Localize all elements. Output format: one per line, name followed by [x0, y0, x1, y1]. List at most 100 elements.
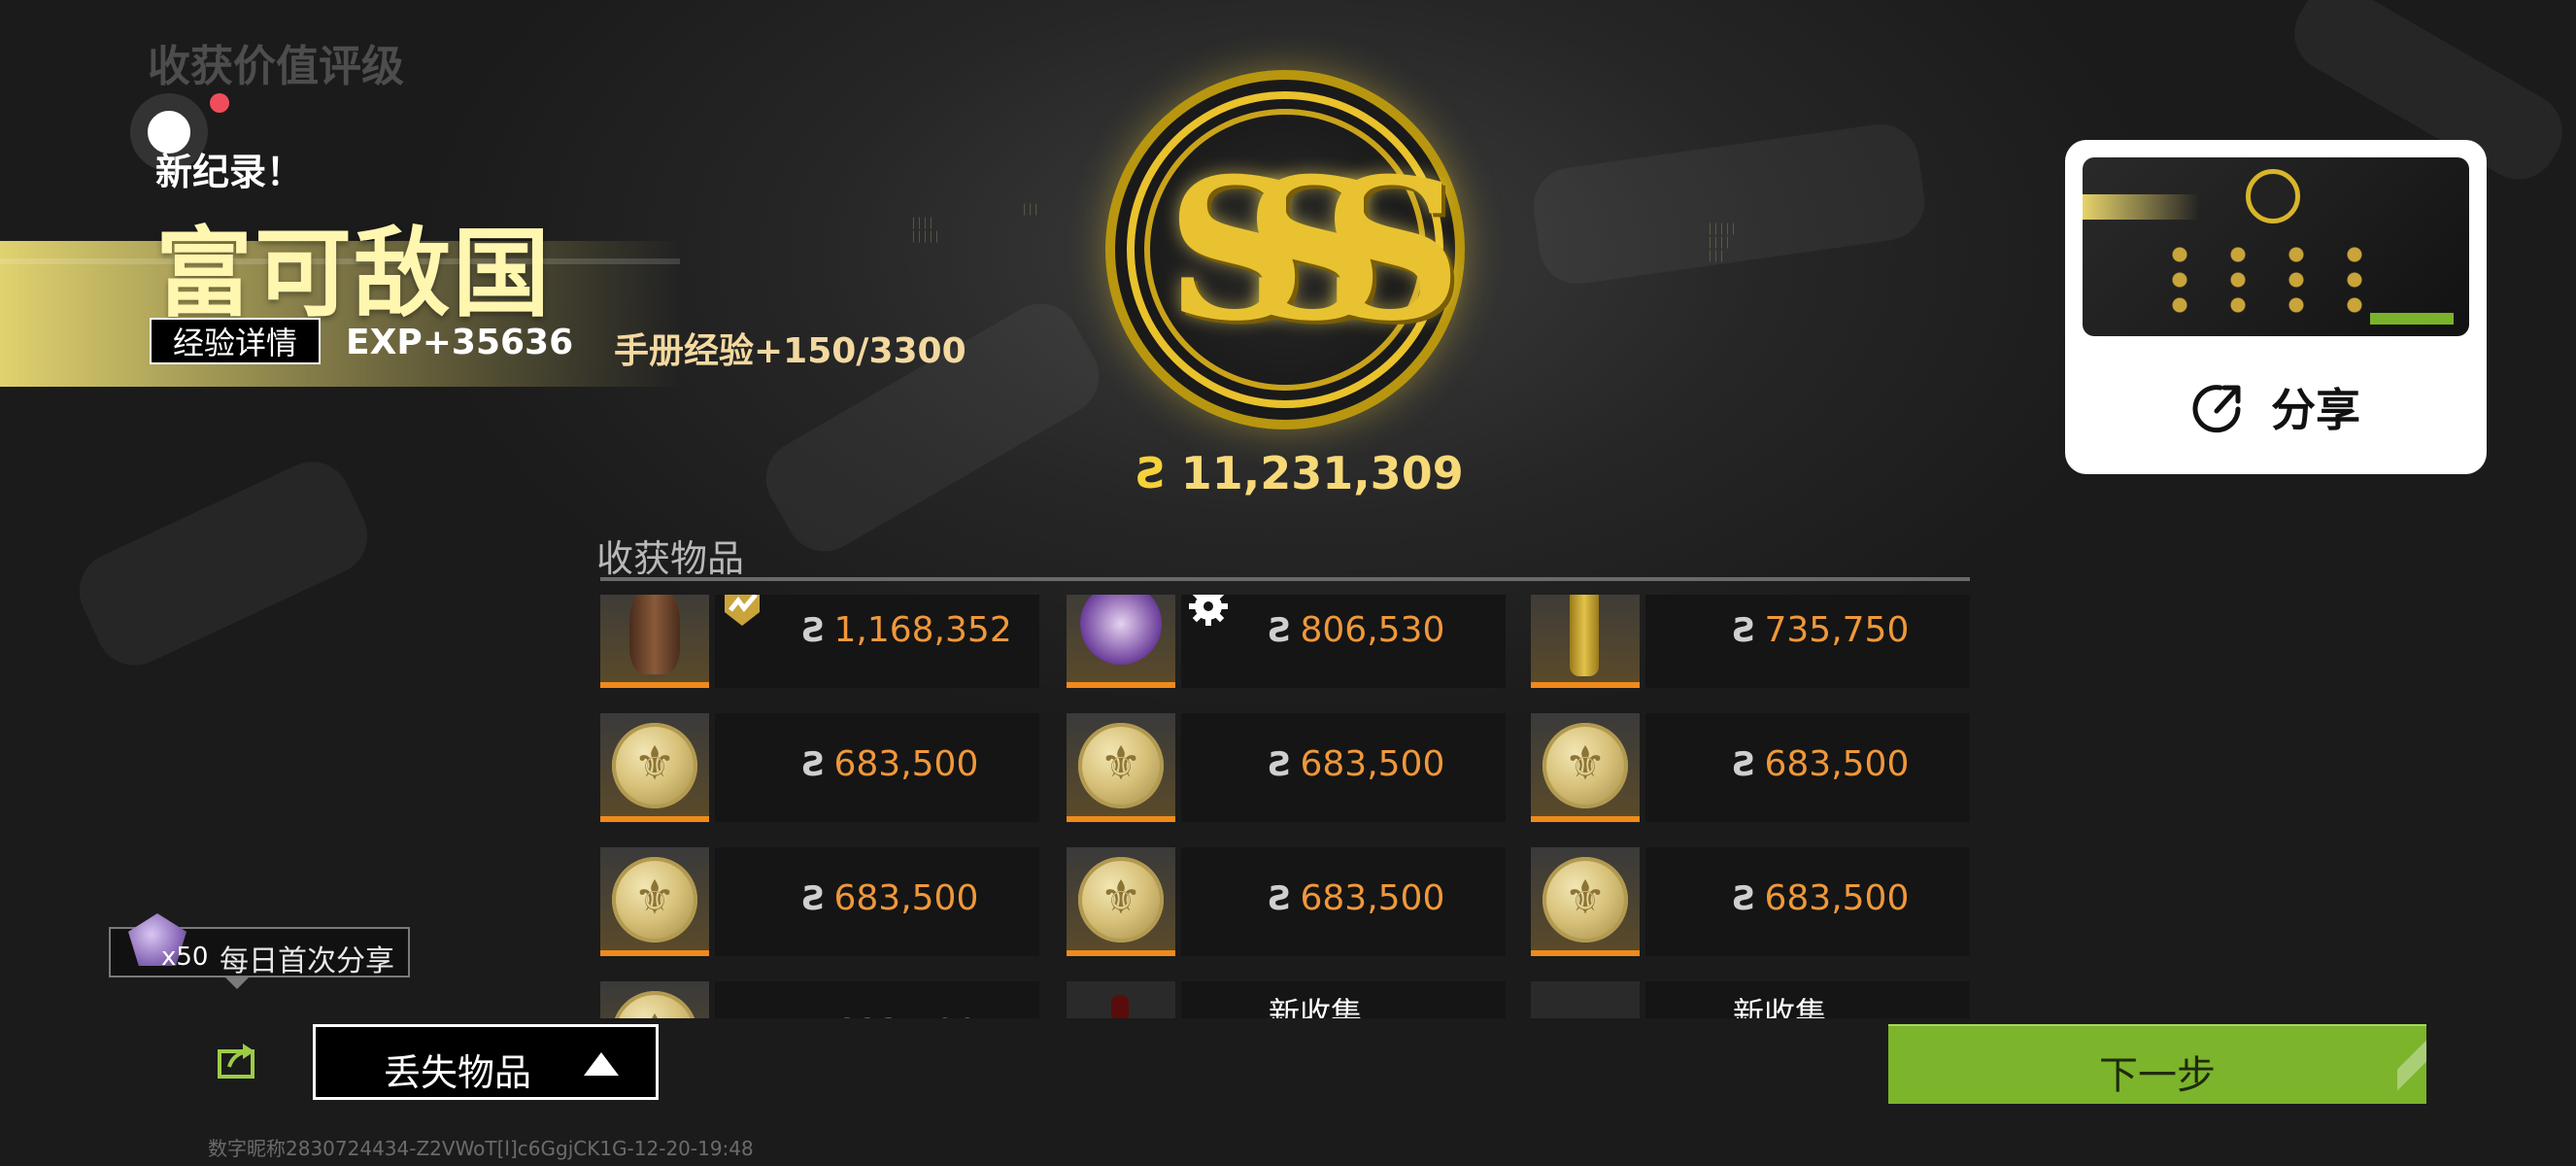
share-button[interactable]: 分享 — [2187, 375, 2360, 439]
rank-title: 富可敌国 — [155, 217, 552, 330]
reward-count: x50 — [161, 943, 209, 972]
new-collect-label: 新收集 — [1269, 995, 1363, 1018]
item-value: 1,168,352 — [833, 610, 1012, 650]
medal-icon — [612, 991, 697, 1018]
share-label: 分享 — [2271, 384, 2360, 436]
item-price: Ƨ683,500 — [1269, 744, 1444, 784]
daily-share-reward: x50 每日首次分享 — [109, 913, 410, 978]
item-price: Ƨ683,500 — [1733, 744, 1909, 784]
item-card[interactable]: Ƨ683,500 — [600, 847, 1039, 956]
rating-title: 收获价值评级 — [148, 42, 404, 91]
item-price: Ƨ 735,750 — [1733, 610, 1909, 650]
item-thumbnail — [1067, 595, 1175, 688]
item-thumbnail — [1531, 981, 1640, 1018]
watermark: 数字昵称2830724434-Z2VWoT[l]c6GgjCK1G-12-20-… — [208, 1137, 754, 1160]
item-value-cell: Ƨ683,500 — [1645, 847, 1970, 956]
item-value: 735,750 — [1764, 610, 1910, 650]
share-preview-thumbnail — [2083, 157, 2469, 336]
divider — [600, 577, 1970, 581]
currency-icon: Ƨ — [802, 1013, 827, 1019]
item-value: 806,530 — [1300, 610, 1445, 650]
lost-items-button[interactable]: 丢失物品 — [313, 1024, 659, 1100]
item-thumbnail — [1531, 713, 1640, 822]
item-card[interactable]: Ƨ 683,500 — [600, 981, 1039, 1018]
item-value: 683,500 — [1764, 878, 1910, 918]
item-value-cell: Ƨ683,500 — [715, 847, 1039, 956]
item-card[interactable]: Ƨ 735,750 — [1531, 595, 1970, 688]
item-thumbnail — [1067, 713, 1175, 822]
currency-icon: Ƨ — [1733, 878, 1757, 918]
item-price: Ƨ 1,168,352 — [802, 610, 1012, 650]
item-value: 683,500 — [833, 878, 979, 918]
rating-grade: SSS — [1166, 135, 1462, 364]
item-value-cell: Ƨ683,500 — [1645, 713, 1970, 822]
currency-icon: Ƨ — [1733, 744, 1757, 784]
quality-badge-icon — [719, 595, 765, 630]
item-value-cell: 新收集Ƨ375,624 — [1645, 981, 1970, 1018]
item-card[interactable]: Ƨ683,500 — [1531, 713, 1970, 822]
item-price: Ƨ683,500 — [1269, 878, 1444, 918]
currency-icon: Ƨ — [1136, 448, 1168, 498]
item-thumbnail — [600, 713, 709, 822]
currency-icon: Ƨ — [1269, 610, 1293, 650]
item-price: Ƨ 806,530 — [1269, 610, 1444, 650]
exp-gain: EXP+35636 — [346, 323, 574, 362]
item-card[interactable]: 新收集Ƨ646,168 — [1067, 981, 1506, 1018]
item-card[interactable]: Ƨ683,500 — [1531, 847, 1970, 956]
medal-icon — [1542, 857, 1628, 943]
item-price: Ƨ683,500 — [802, 744, 978, 784]
item-price: Ƨ 683,500 — [802, 1012, 978, 1018]
gear-badge-icon — [1185, 595, 1232, 630]
manual-exp: 手册经验+150/3300 — [614, 331, 966, 371]
item-card[interactable]: Ƨ683,500 — [1067, 847, 1506, 956]
item-value-cell: Ƨ 683,500 — [715, 981, 1039, 1018]
item-value-cell: 新收集Ƨ646,168 — [1181, 981, 1506, 1018]
item-value: 683,500 — [1300, 744, 1445, 784]
items-section-title: 收获物品 — [596, 537, 745, 580]
currency-icon: Ƨ — [1733, 610, 1757, 650]
currency-icon: Ƨ — [1269, 744, 1293, 784]
export-share-icon[interactable] — [216, 1036, 262, 1082]
item-card[interactable]: Ƨ683,500 — [600, 713, 1039, 822]
next-label: 下一步 — [2099, 1053, 2216, 1098]
item-thumbnail — [600, 981, 709, 1018]
next-button[interactable]: 下一步 — [1888, 1024, 2426, 1104]
item-value-cell: Ƨ 1,168,352 — [715, 595, 1039, 688]
currency-icon: Ƨ — [802, 744, 827, 784]
share-arrow-icon — [2187, 376, 2250, 438]
item-thumbnail — [600, 595, 709, 688]
items-list[interactable]: Ƨ1,168,352Ƨ806,530Ƨ735,750Ƨ683,500Ƨ683,5… — [600, 595, 1970, 1018]
vase-icon — [629, 595, 680, 674]
medal-icon — [612, 857, 697, 943]
rating-coin-icon: SSS — [1105, 70, 1465, 429]
share-card[interactable]: 分享 — [2065, 140, 2487, 474]
item-thumbnail — [1067, 847, 1175, 956]
redfig-icon — [1111, 995, 1129, 1018]
item-value: 683,500 — [1300, 878, 1445, 918]
item-card[interactable]: Ƨ 806,530 — [1067, 595, 1506, 688]
exp-detail-button[interactable]: 经验详情 — [150, 318, 321, 364]
item-value-cell: Ƨ 735,750 — [1645, 595, 1970, 688]
item-card[interactable]: Ƨ683,500 — [1067, 713, 1506, 822]
currency-icon: Ƨ — [802, 610, 827, 650]
item-thumbnail — [1531, 595, 1640, 688]
lost-items-label: 丢失物品 — [384, 1051, 532, 1094]
hud-overlay: ▏▏▏▏▏▏▏▏▏▏▏▏ — [913, 205, 1042, 243]
notification-dot — [210, 93, 229, 113]
tooltip-arrow — [225, 977, 249, 989]
hud-overlay: ▏▏▏▏▏▏▏▏▏▏▏▏ — [1710, 224, 1740, 262]
item-price: Ƨ683,500 — [802, 878, 978, 918]
daily-share-text: 每日首次分享 — [220, 944, 394, 978]
new-collect-label: 新收集 — [1733, 995, 1827, 1018]
chars-icon — [1080, 595, 1162, 665]
item-card[interactable]: 新收集Ƨ375,624 — [1531, 981, 1970, 1018]
item-card[interactable]: Ƨ 1,168,352 — [600, 595, 1039, 688]
statue-icon — [1570, 595, 1599, 676]
currency-icon: Ƨ — [1269, 878, 1293, 918]
total-value-row: Ƨ 11,231,309 — [1136, 447, 1464, 499]
background-decor — [66, 449, 381, 678]
medal-icon — [1078, 723, 1164, 808]
medal-icon — [612, 723, 697, 808]
item-value-cell: Ƨ683,500 — [715, 713, 1039, 822]
item-value: 683,500 — [834, 1012, 979, 1018]
